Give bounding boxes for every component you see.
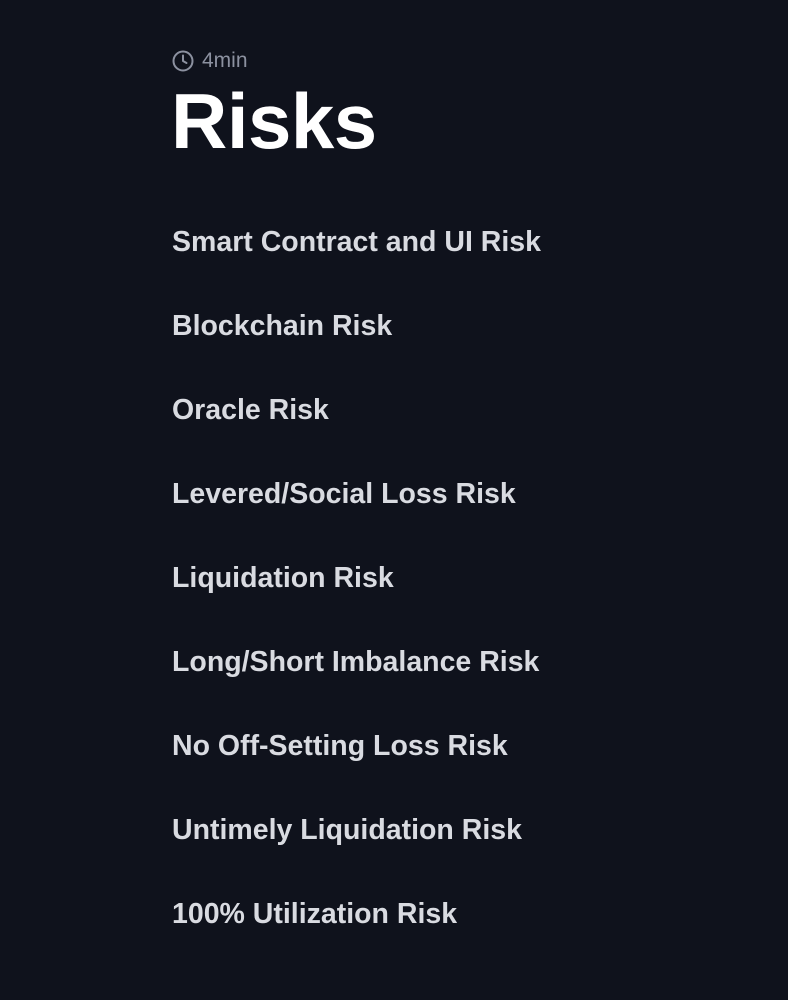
toc-item-oracle-risk[interactable]: Oracle Risk: [172, 390, 541, 474]
toc-item-untimely-liquidation-risk[interactable]: Untimely Liquidation Risk: [172, 810, 541, 894]
page-title: Risks: [171, 77, 377, 165]
toc-item-long-short-imbalance-risk[interactable]: Long/Short Imbalance Risk: [172, 642, 541, 726]
read-time: 4min: [172, 49, 248, 73]
toc-item-liquidation-risk[interactable]: Liquidation Risk: [172, 558, 541, 642]
read-time-label: 4min: [202, 49, 248, 72]
toc-item-blockchain-risk[interactable]: Blockchain Risk: [172, 306, 541, 390]
toc-item-utilization-risk[interactable]: 100% Utilization Risk: [172, 894, 541, 978]
page: 4min Risks Smart Contract and UI Risk Bl…: [0, 0, 788, 1000]
table-of-contents: Smart Contract and UI Risk Blockchain Ri…: [172, 222, 541, 978]
toc-item-no-off-setting-loss-risk[interactable]: No Off-Setting Loss Risk: [172, 726, 541, 810]
clock-icon: [172, 50, 194, 72]
toc-item-levered-social-loss-risk[interactable]: Levered/Social Loss Risk: [172, 474, 541, 558]
toc-item-smart-contract-ui-risk[interactable]: Smart Contract and UI Risk: [172, 222, 541, 306]
